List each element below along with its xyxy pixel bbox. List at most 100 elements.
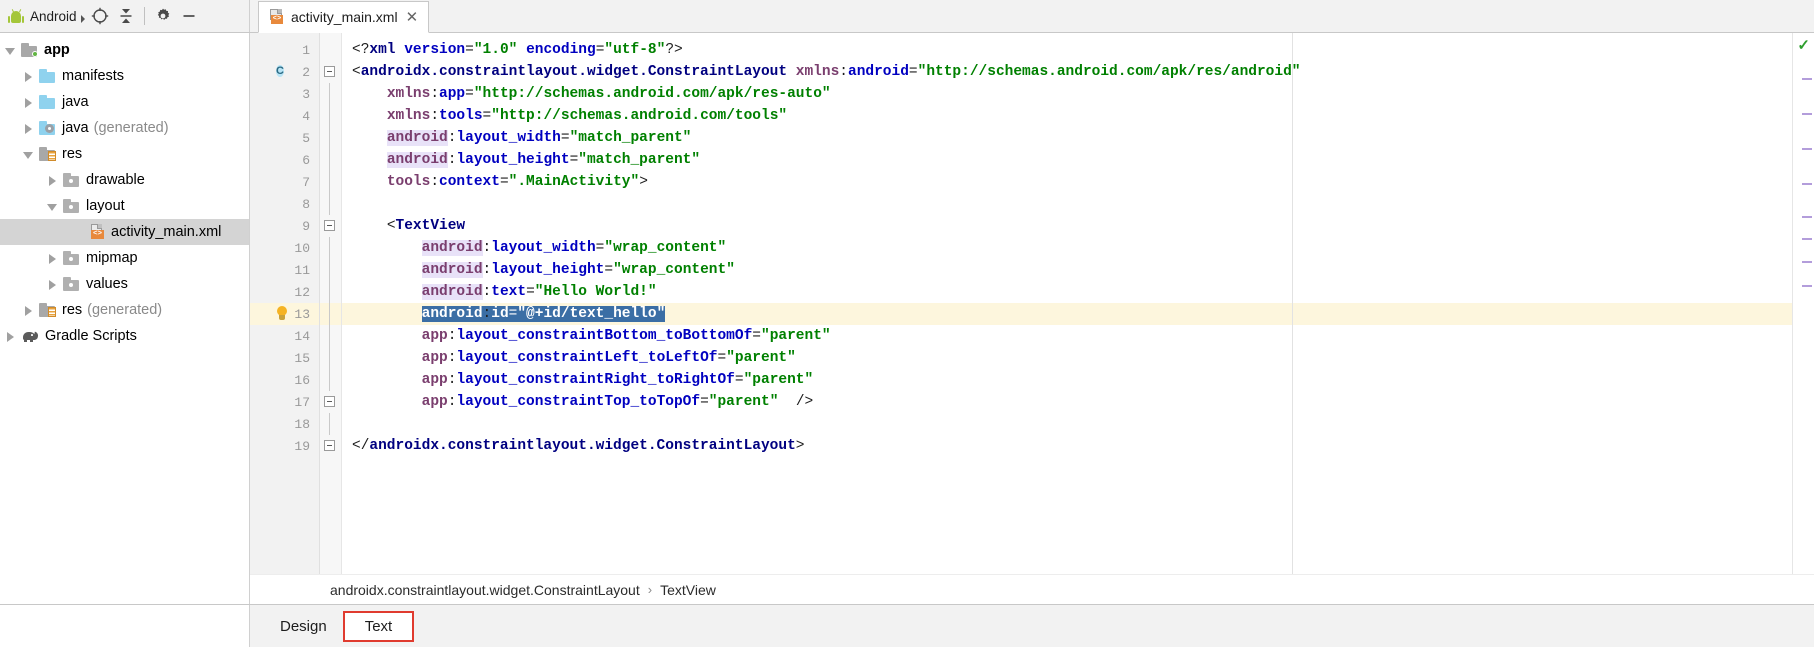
tab-text[interactable]: Text (342, 610, 415, 642)
twisty-collapsed-icon[interactable] (22, 70, 35, 83)
gutter-line-5[interactable]: 5 (250, 127, 319, 149)
code-line-17[interactable]: app:layout_constraintTop_toTopOf="parent… (342, 391, 1792, 413)
code-line-19[interactable]: </androidx.constraintlayout.widget.Const… (342, 435, 1792, 457)
code-line-13[interactable]: android:id="@+id/text_hello" (342, 303, 1792, 325)
tree-item-app[interactable]: app (0, 37, 249, 63)
code-line-1[interactable]: <?xml version="1.0" encoding="utf-8"?> (342, 39, 1792, 61)
tree-item-manifests[interactable]: manifests (0, 63, 249, 89)
gutter-line-14[interactable]: 14 (250, 325, 319, 347)
code-line-4[interactable]: xmlns:tools="http://schemas.android.com/… (342, 105, 1792, 127)
top-toolbar: Android <> activity_main.xml ✕ (0, 0, 1814, 33)
line-number: 18 (294, 416, 310, 432)
code-line-8[interactable] (342, 193, 1792, 215)
fold-collapse-icon[interactable] (324, 440, 335, 451)
code-line-6[interactable]: android:layout_height="match_parent" (342, 149, 1792, 171)
fold-line-3 (320, 83, 341, 105)
code-line-2[interactable]: <androidx.constraintlayout.widget.Constr… (342, 61, 1792, 83)
code-line-12[interactable]: android:text="Hello World!" (342, 281, 1792, 303)
editor-tab-activity-main-xml[interactable]: <> activity_main.xml ✕ (258, 1, 430, 33)
line-number: 1 (302, 42, 310, 58)
tree-item-gradle-scripts[interactable]: Gradle Scripts (0, 323, 249, 349)
gutter-line-1[interactable]: 1 (250, 39, 319, 61)
code-editor[interactable]: 1 C 2 3 4 5 6 7 8 9 10 11 12 13 14 15 16 17 18 19 <?xml ver… (250, 33, 1814, 574)
analysis-marker-stripe[interactable]: ✓ (1792, 33, 1814, 574)
code-line-16[interactable]: app:layout_constraintRight_toRightOf="pa… (342, 369, 1792, 391)
gutter-line-16[interactable]: 16 (250, 369, 319, 391)
twisty-collapsed-icon[interactable] (4, 330, 17, 343)
tree-item-drawable[interactable]: drawable (0, 167, 249, 193)
blue-folder-icon (39, 69, 56, 83)
line-number: 13 (294, 306, 310, 322)
code-line-18[interactable] (342, 413, 1792, 435)
fold-guide-line (329, 281, 330, 303)
tree-item-suffix: (generated) (87, 302, 163, 318)
tab-design[interactable]: Design (264, 614, 343, 639)
line-number-gutter[interactable]: 1 C 2 3 4 5 6 7 8 9 10 11 12 13 14 15 16 17 18 19 (250, 33, 320, 574)
tree-item-java[interactable]: java (0, 89, 249, 115)
fold-guide-line (329, 105, 330, 127)
tree-item-label: manifests (62, 67, 125, 84)
code-line-10[interactable]: android:layout_width="wrap_content" (342, 237, 1792, 259)
tree-item-res[interactable]: res (0, 141, 249, 167)
code-line-15[interactable]: app:layout_constraintLeft_toLeftOf="pare… (342, 347, 1792, 369)
twisty-collapsed-icon[interactable] (46, 174, 59, 187)
blue-folder-icon (39, 95, 56, 109)
fold-collapse-icon[interactable] (324, 66, 335, 77)
line-number: 2 (302, 64, 310, 80)
class-navigation-marker-icon[interactable]: C (276, 63, 294, 81)
tree-item-layout[interactable]: layout (0, 193, 249, 219)
code-folding-column[interactable] (320, 33, 342, 574)
settings-gear-icon[interactable] (150, 3, 176, 29)
tree-item-activity-main-xml[interactable]: <> activity_main.xml (0, 219, 249, 245)
twisty-expanded-icon[interactable] (22, 148, 35, 161)
code-line-14[interactable]: app:layout_constraintBottom_toBottomOf="… (342, 325, 1792, 347)
breadcrumb-item-root[interactable]: androidx.constraintlayout.widget.Constra… (330, 582, 640, 598)
intention-bulb-icon[interactable] (274, 305, 290, 323)
twisty-collapsed-icon[interactable] (22, 96, 35, 109)
tree-item-values[interactable]: values (0, 271, 249, 297)
gutter-line-7[interactable]: 7 (250, 171, 319, 193)
code-text-area[interactable]: <?xml version="1.0" encoding="utf-8"?> <a… (342, 33, 1792, 574)
code-line-11[interactable]: android:layout_height="wrap_content" (342, 259, 1792, 281)
gutter-line-15[interactable]: 15 (250, 347, 319, 369)
collapse-all-icon[interactable] (113, 3, 139, 29)
inspection-ok-icon: ✓ (1797, 37, 1810, 54)
gutter-line-13[interactable]: 13 (250, 303, 319, 325)
hide-toolwindow-icon[interactable] (176, 3, 202, 29)
twisty-collapsed-icon[interactable] (22, 304, 35, 317)
fold-collapse-icon[interactable] (324, 220, 335, 231)
project-tree-pane[interactable]: app manifests java java (generated) res drawab… (0, 33, 250, 604)
gutter-line-2[interactable]: C2 (250, 61, 319, 83)
code-line-3[interactable]: xmlns:app="http://schemas.android.com/ap… (342, 83, 1792, 105)
twisty-expanded-icon[interactable] (4, 44, 17, 57)
generated-folder-icon (39, 121, 56, 135)
gutter-line-9[interactable]: 9 (250, 215, 319, 237)
gutter-line-11[interactable]: 11 (250, 259, 319, 281)
gutter-line-10[interactable]: 10 (250, 237, 319, 259)
gutter-line-3[interactable]: 3 (250, 83, 319, 105)
tree-item-java[interactable]: java (generated) (0, 115, 249, 141)
code-line-9[interactable]: <TextView (342, 215, 1792, 237)
gutter-line-12[interactable]: 12 (250, 281, 319, 303)
code-line-7[interactable]: tools:context=".MainActivity"> (342, 171, 1792, 193)
gutter-line-4[interactable]: 4 (250, 105, 319, 127)
fold-line-8 (320, 193, 341, 215)
code-line-5[interactable]: android:layout_width="match_parent" (342, 127, 1792, 149)
close-icon[interactable]: ✕ (405, 10, 420, 25)
tree-item-mipmap[interactable]: mipmap (0, 245, 249, 271)
locate-icon[interactable] (87, 3, 113, 29)
res-folder-icon (39, 147, 56, 161)
gutter-line-18[interactable]: 18 (250, 413, 319, 435)
twisty-collapsed-icon[interactable] (46, 278, 59, 291)
breadcrumb-item-textview[interactable]: TextView (660, 582, 716, 598)
fold-collapse-icon[interactable] (324, 396, 335, 407)
gutter-line-8[interactable]: 8 (250, 193, 319, 215)
twisty-expanded-icon[interactable] (46, 200, 59, 213)
tree-item-res[interactable]: res (generated) (0, 297, 249, 323)
toolwindow-title-button[interactable]: Android (8, 9, 87, 24)
gutter-line-17[interactable]: 17 (250, 391, 319, 413)
twisty-collapsed-icon[interactable] (22, 122, 35, 135)
twisty-collapsed-icon[interactable] (46, 252, 59, 265)
gutter-line-19[interactable]: 19 (250, 435, 319, 457)
gutter-line-6[interactable]: 6 (250, 149, 319, 171)
